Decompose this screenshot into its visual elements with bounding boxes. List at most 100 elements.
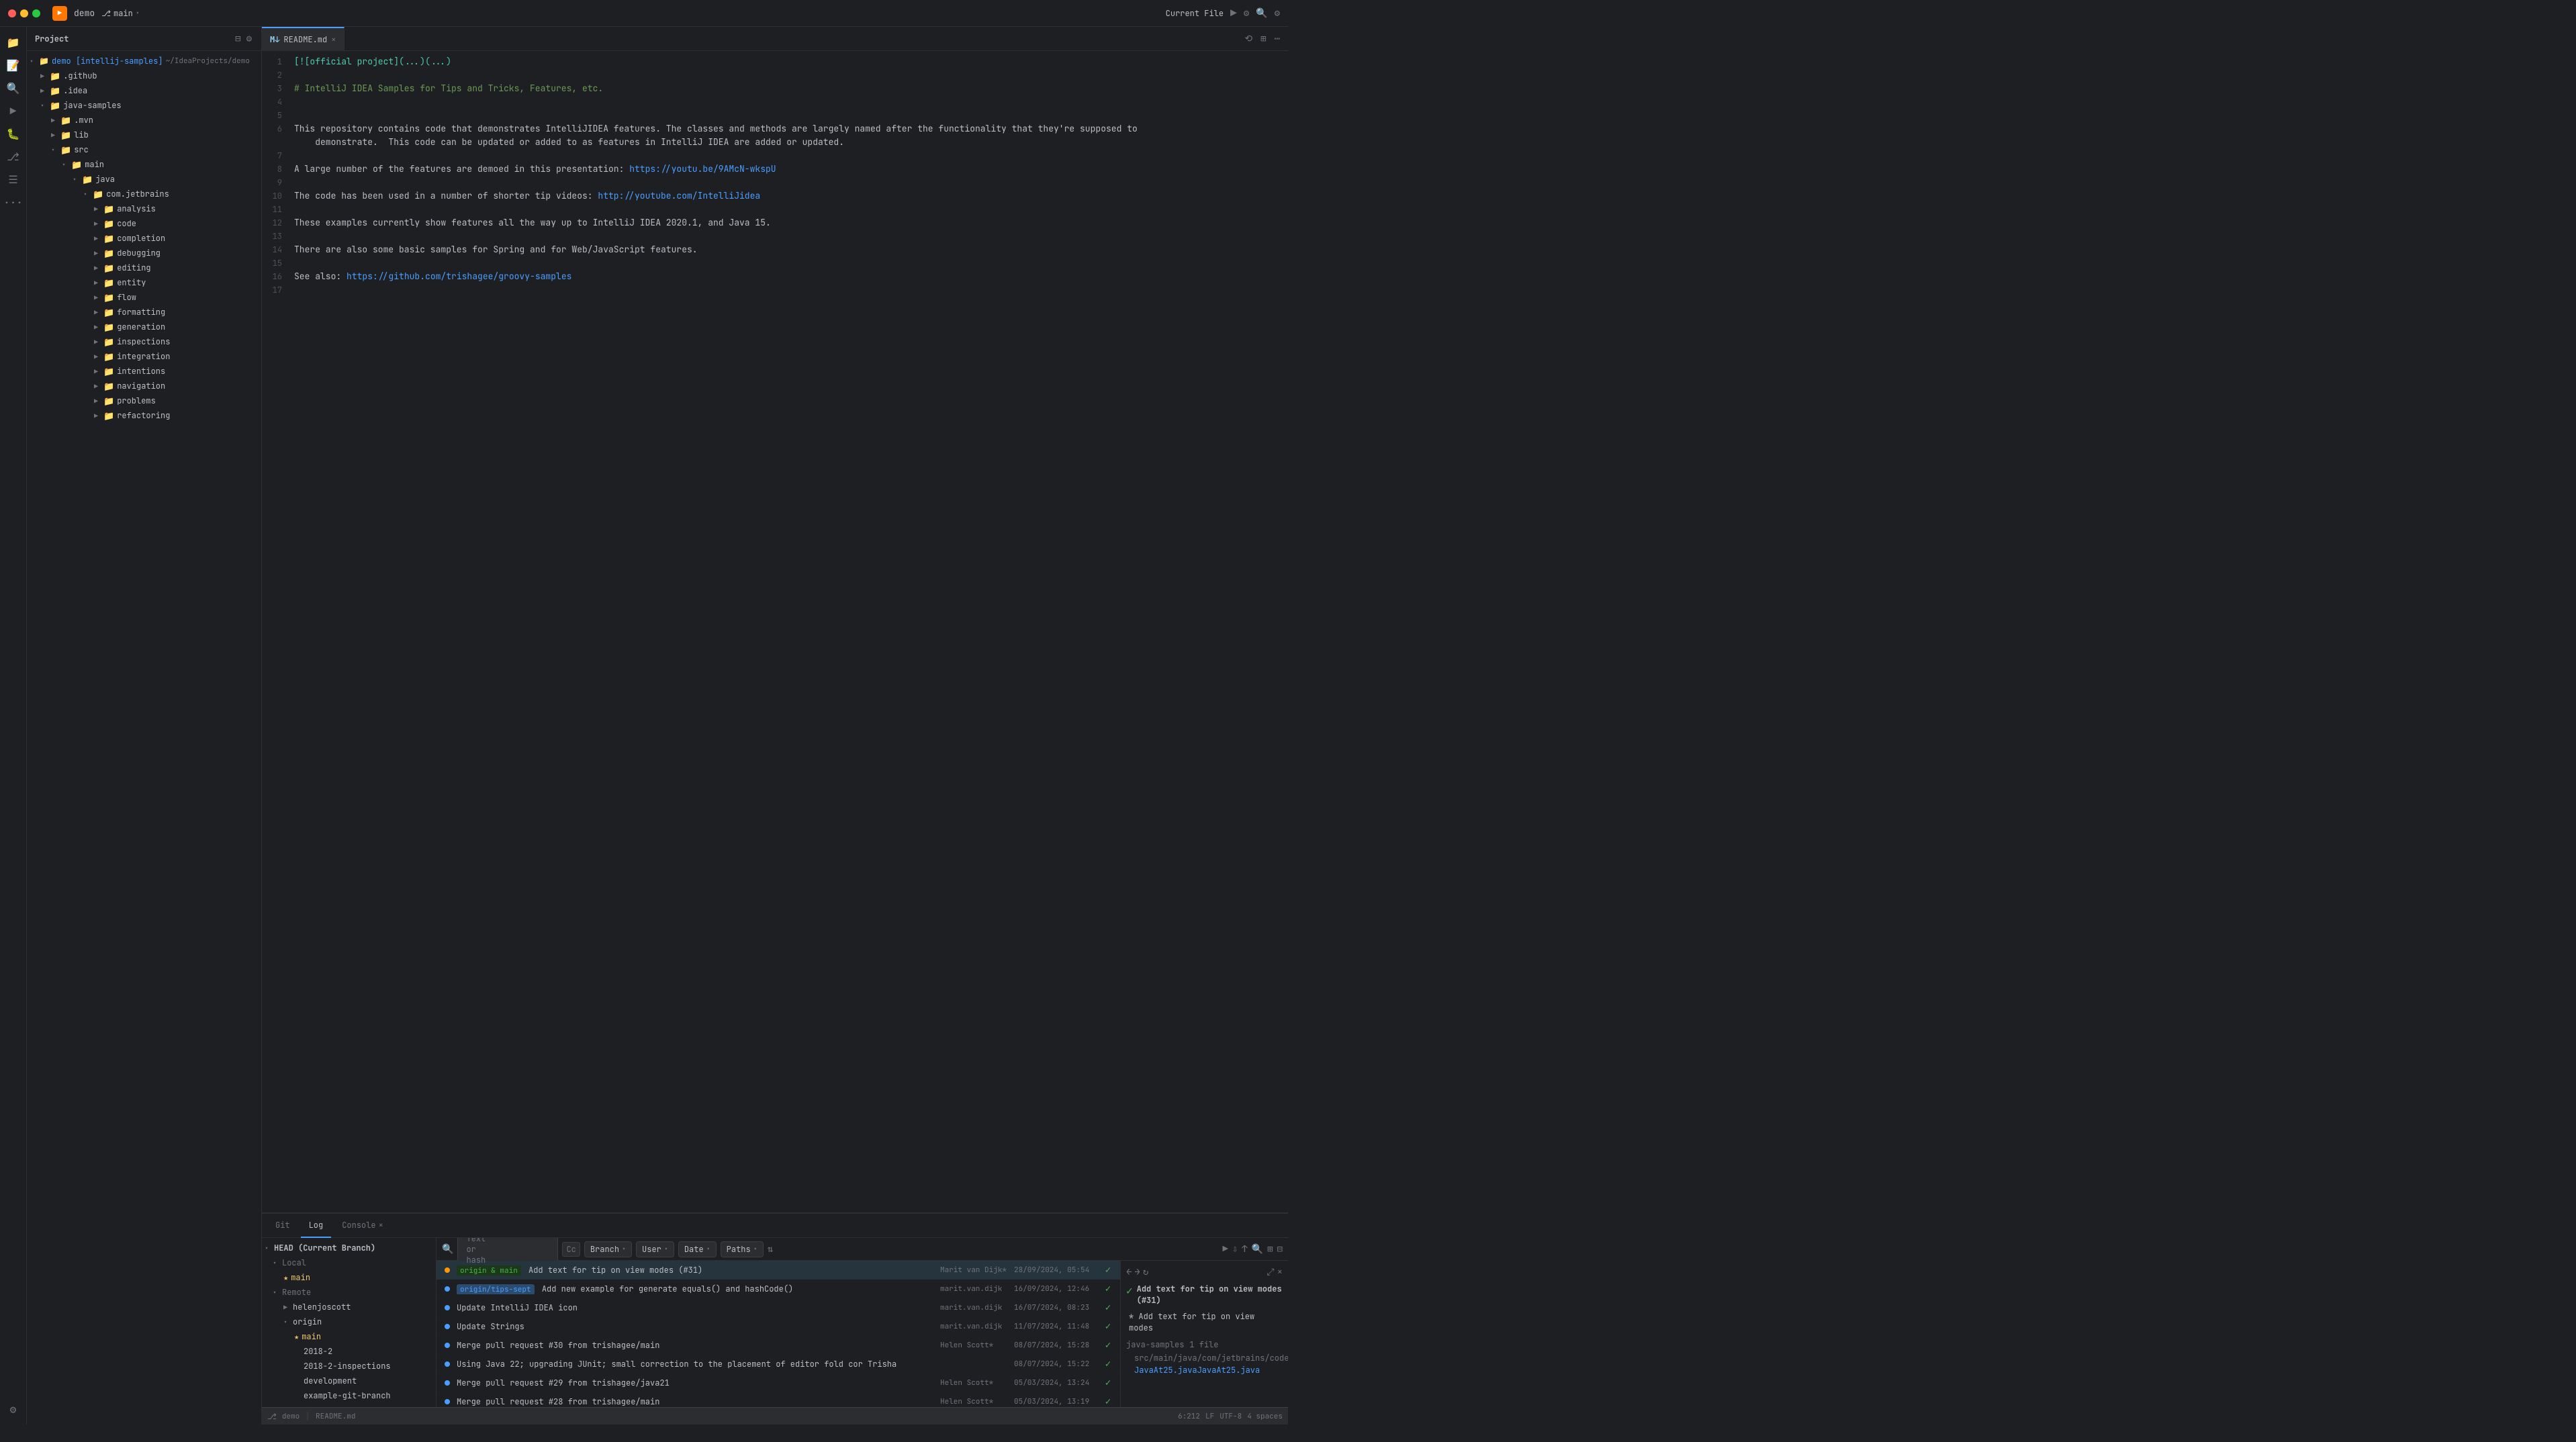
tree-item-refactoring[interactable]: ▶ 📁 refactoring bbox=[27, 408, 261, 423]
cc-toggle[interactable]: Cc bbox=[562, 1242, 580, 1257]
sidebar-icon-structure[interactable]: ☰ bbox=[3, 169, 24, 189]
editor-softrap-icon[interactable]: ⟲ bbox=[1242, 30, 1255, 48]
tab-readme[interactable]: M↓ README.md × bbox=[262, 27, 344, 51]
sidebar-icon-git[interactable]: ⎇ bbox=[3, 146, 24, 166]
tree-item-mvn[interactable]: ▶ 📁 .mvn bbox=[27, 113, 261, 128]
status-indent[interactable]: 4 spaces bbox=[1247, 1412, 1283, 1421]
git-log-row-4[interactable]: Update Strings marit.van.dijk 11/07/2024… bbox=[436, 1317, 1120, 1336]
tree-item-generation[interactable]: ▶ 📁 generation bbox=[27, 320, 261, 334]
tree-item-flow[interactable]: ▶ 📁 flow bbox=[27, 290, 261, 305]
user-filter-button[interactable]: User ▾ bbox=[636, 1241, 674, 1257]
status-file[interactable]: README.md bbox=[316, 1412, 355, 1421]
paths-filter-button[interactable]: Paths ▾ bbox=[721, 1241, 764, 1257]
search-icon[interactable]: 🔍 bbox=[1256, 7, 1267, 19]
tab-close-button[interactable]: × bbox=[331, 34, 336, 45]
debug-icon[interactable]: ⚙ bbox=[1244, 7, 1249, 19]
git-log-row-7[interactable]: Merge pull request #29 from trishagee/ja… bbox=[436, 1374, 1120, 1392]
status-lf-icon[interactable]: LF bbox=[1205, 1412, 1214, 1421]
branch-remote-group[interactable]: ▾ Remote bbox=[262, 1285, 436, 1300]
git-run-icon[interactable]: ▶ bbox=[1222, 1243, 1228, 1255]
branch-origin-group[interactable]: ▾ origin bbox=[262, 1314, 436, 1329]
detail-close-icon[interactable]: × bbox=[1277, 1266, 1283, 1278]
sidebar-icon-more[interactable]: ··· bbox=[3, 192, 24, 212]
tree-item-integration[interactable]: ▶ 📁 integration bbox=[27, 349, 261, 364]
tree-item-completion[interactable]: ▶ 📁 completion bbox=[27, 231, 261, 246]
window-maximize-button[interactable] bbox=[32, 9, 40, 17]
tree-item-idea[interactable]: ▶ 📁 .idea bbox=[27, 83, 261, 98]
git-log-row-5[interactable]: Merge pull request #30 from trishagee/ma… bbox=[436, 1336, 1120, 1355]
git-log-row-3[interactable]: Update IntelliJ IDEA icon marit.van.dijk… bbox=[436, 1298, 1120, 1317]
status-line-col[interactable]: 6:212 bbox=[1178, 1412, 1200, 1421]
tree-item-lib[interactable]: ▶ 📁 lib bbox=[27, 128, 261, 142]
tree-item-editing[interactable]: ▶ 📁 editing bbox=[27, 260, 261, 275]
status-git-name[interactable]: demo bbox=[282, 1412, 300, 1421]
console-close-button[interactable]: × bbox=[379, 1220, 383, 1231]
editor-layout-icon[interactable]: ⊞ bbox=[1258, 30, 1269, 48]
git-log-row-1[interactable]: origin & main Add text for tip on view m… bbox=[436, 1261, 1120, 1280]
tree-item-formatting[interactable]: ▶ 📁 formatting bbox=[27, 305, 261, 320]
run-icon[interactable]: ▶ bbox=[1230, 6, 1237, 20]
tab-console[interactable]: Console × bbox=[334, 1214, 392, 1238]
git-log-row-6[interactable]: Using Java 22; upgrading JUnit; small co… bbox=[436, 1355, 1120, 1374]
tree-item-analysis[interactable]: ▶ 📁 analysis bbox=[27, 201, 261, 216]
git-log-row-8[interactable]: Merge pull request #28 from trishagee/ma… bbox=[436, 1392, 1120, 1407]
tree-item-src[interactable]: ▾ 📁 src bbox=[27, 142, 261, 157]
tab-git[interactable]: Git bbox=[267, 1214, 298, 1238]
tree-item-java[interactable]: ▾ 📁 java bbox=[27, 172, 261, 187]
tree-root[interactable]: ▾ 📁 demo [intellij-samples] ~/IdeaProjec… bbox=[27, 54, 261, 68]
branch-helenjoscott[interactable]: ▶ helenjoscott bbox=[262, 1300, 436, 1314]
status-git-icon[interactable]: ⎇ bbox=[267, 1411, 277, 1422]
log-search-input[interactable] bbox=[463, 1245, 537, 1254]
git-push-icon[interactable]: ↑ bbox=[1242, 1243, 1247, 1255]
tree-item-inspections[interactable]: ▶ 📁 inspections bbox=[27, 334, 261, 349]
git-refresh-icon[interactable]: 🔍 bbox=[1252, 1243, 1263, 1255]
current-file-label[interactable]: Current File bbox=[1166, 8, 1224, 19]
branch-2018-2[interactable]: 2018-2 bbox=[262, 1344, 436, 1359]
window-close-button[interactable] bbox=[8, 9, 16, 17]
git-fetch-icon[interactable]: ⇩ bbox=[1232, 1243, 1238, 1255]
panel-collapse-icon[interactable]: ⊟ bbox=[234, 32, 242, 46]
detail-expand-icon[interactable]: ⤢ bbox=[1267, 1266, 1274, 1278]
detail-refresh-icon[interactable]: ↻ bbox=[1143, 1266, 1148, 1278]
git-sort-icon[interactable]: ⇅ bbox=[768, 1243, 773, 1255]
branch-filter-button[interactable]: Branch ▾ bbox=[584, 1241, 632, 1257]
sidebar-icon-commit[interactable]: 📝 bbox=[3, 55, 24, 75]
panel-settings-icon[interactable]: ⚙ bbox=[245, 32, 253, 46]
tree-item-main[interactable]: ▾ 📁 main bbox=[27, 157, 261, 172]
editor-text[interactable]: [![official project](...)(...) # Intelli… bbox=[286, 51, 1288, 1212]
branch-head[interactable]: ▾ HEAD (Current Branch) bbox=[262, 1241, 436, 1255]
tree-item-java-samples[interactable]: ▾ 📁 java-samples bbox=[27, 98, 261, 113]
link-groovy-samples[interactable]: https://github.com/trishagee/groovy-samp… bbox=[347, 271, 571, 282]
editor-more-icon[interactable]: ⋯ bbox=[1272, 30, 1283, 48]
git-detail-file-section[interactable]: java-samples bbox=[1126, 1339, 1184, 1350]
tree-item-problems[interactable]: ▶ 📁 problems bbox=[27, 393, 261, 408]
tab-log[interactable]: Log bbox=[301, 1214, 332, 1238]
window-minimize-button[interactable] bbox=[20, 9, 28, 17]
sidebar-icon-run[interactable]: ▶ bbox=[3, 101, 24, 121]
branch-development[interactable]: development bbox=[262, 1374, 436, 1388]
settings-icon[interactable]: ⚙ bbox=[1275, 7, 1280, 19]
detail-forward-icon[interactable]: → bbox=[1134, 1266, 1140, 1278]
status-encoding[interactable]: UTF-8 bbox=[1220, 1412, 1242, 1421]
date-filter-button[interactable]: Date ▾ bbox=[678, 1241, 717, 1257]
link-intellijidea[interactable]: http://youtube.com/IntelliJidea bbox=[598, 190, 760, 201]
tree-item-github[interactable]: ▶ 📁 .github bbox=[27, 68, 261, 83]
tree-item-entity[interactable]: ▶ 📁 entity bbox=[27, 275, 261, 290]
branch-local-group[interactable]: ▾ Local bbox=[262, 1255, 436, 1270]
branch-origin-main[interactable]: ★ main bbox=[262, 1329, 436, 1344]
tree-item-navigation[interactable]: ▶ 📁 navigation bbox=[27, 379, 261, 393]
sidebar-icon-debug[interactable]: 🐛 bbox=[3, 124, 24, 144]
link-youtube[interactable]: https://youtu.be/9AMcN-wkspU bbox=[629, 163, 776, 175]
branch-main-local[interactable]: ★ main bbox=[262, 1270, 436, 1285]
tree-item-com-jetbrains[interactable]: ▾ 📁 com.jetbrains bbox=[27, 187, 261, 201]
branch-2018-2-inspections[interactable]: 2018-2-inspections bbox=[262, 1359, 436, 1374]
git-detail-java-file[interactable]: JavaAt25.javaJavaAt25.java bbox=[1134, 1365, 1283, 1376]
tree-item-code[interactable]: ▶ 📁 code bbox=[27, 216, 261, 231]
git-collapse-icon[interactable]: ⊟ bbox=[1277, 1243, 1283, 1255]
git-log-row-2[interactable]: origin/tips-sept Add new example for gen… bbox=[436, 1280, 1120, 1298]
sidebar-icon-settings-bottom[interactable]: ⚙ bbox=[3, 1399, 24, 1419]
sidebar-icon-search[interactable]: 🔍 bbox=[3, 78, 24, 98]
branch-name[interactable]: ⎇ main ▾ bbox=[101, 8, 140, 19]
tree-item-debugging[interactable]: ▶ 📁 debugging bbox=[27, 246, 261, 260]
branch-example-git-branch[interactable]: example-git-branch bbox=[262, 1388, 436, 1403]
